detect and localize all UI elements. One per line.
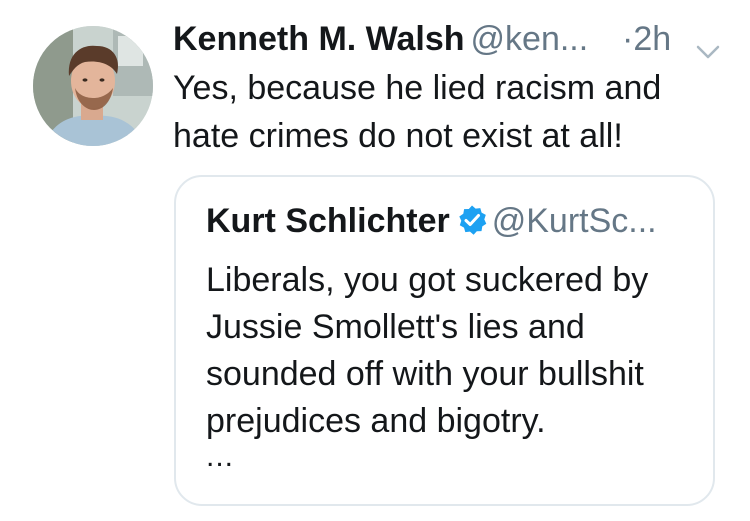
tweet[interactable]: Kenneth M. Walsh @ken... ·2h Yes, because… bbox=[0, 0, 750, 521]
avatar-photo-icon bbox=[33, 26, 153, 146]
chevron-down-icon[interactable] bbox=[695, 28, 721, 59]
quoted-tweet-text: Liberals, you got suckered by Jussie Smo… bbox=[206, 261, 649, 440]
author-display-name[interactable]: Kenneth M. Walsh bbox=[173, 20, 465, 58]
verified-badge-icon bbox=[456, 202, 488, 235]
quoted-author-display-name: Kurt Schlichter bbox=[206, 202, 450, 240]
tweet-timestamp[interactable]: ·2h bbox=[622, 16, 671, 62]
author-handle[interactable]: @ken... bbox=[471, 20, 589, 58]
quoted-tweet-header: Kurt Schlichter @KurtSc... bbox=[206, 198, 657, 244]
quoted-tweet-card[interactable]: Kurt Schlichter @KurtSc... Liberals, you… bbox=[174, 175, 715, 506]
author-avatar[interactable] bbox=[33, 26, 153, 146]
tweet-text: Yes, because he lied racism and hate cri… bbox=[173, 69, 662, 155]
quoted-tweet-truncation: ... bbox=[206, 440, 235, 473]
tweet-header: Kenneth M. Walsh @ken... ·2h bbox=[173, 16, 733, 62]
quoted-author-handle: @KurtSc... bbox=[491, 202, 657, 240]
